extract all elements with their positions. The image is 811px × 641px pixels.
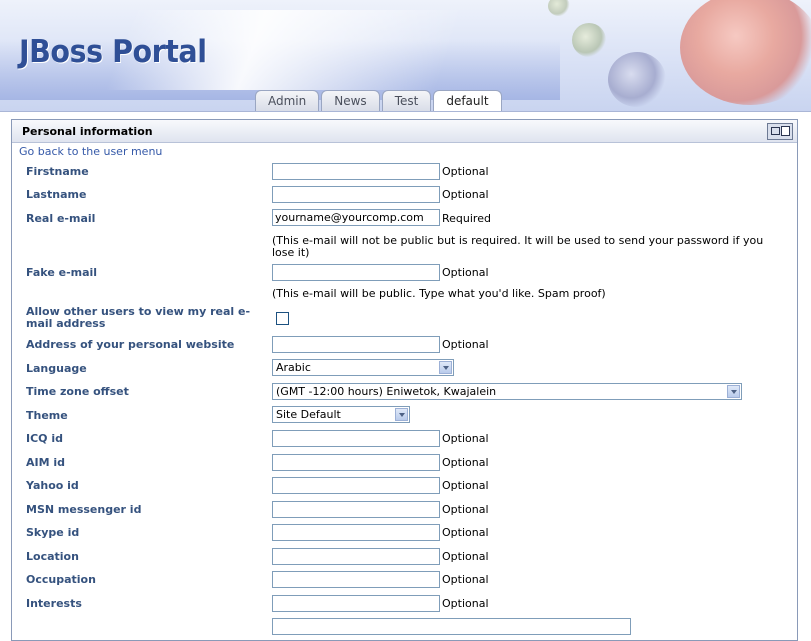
personal-information-window: Personal information Go back to the user… (11, 119, 798, 641)
occupation-input[interactable] (272, 571, 440, 588)
occupation-label: Occupation (26, 573, 96, 586)
fake-email-input[interactable] (272, 264, 440, 281)
chevron-down-icon[interactable] (727, 385, 740, 398)
theme-selected-value: Site Default (276, 408, 341, 421)
theme-select[interactable]: Site Default (272, 406, 410, 423)
header-orb-small (572, 23, 606, 57)
real-email-label: Real e-mail (26, 212, 96, 225)
tab-admin[interactable]: Admin (255, 90, 320, 111)
aim-label: AIM id (26, 456, 66, 469)
fake-email-help: (This e-mail will be public. Type what y… (272, 287, 606, 300)
tab-news[interactable]: News (321, 90, 380, 111)
firstname-note: Optional (442, 165, 489, 178)
real-email-help: (This e-mail will not be public but is r… (272, 234, 764, 259)
interests-label: Interests (26, 597, 82, 610)
lastname-label: Lastname (26, 188, 87, 201)
chevron-down-icon[interactable] (439, 361, 452, 374)
lastname-note: Optional (442, 188, 489, 201)
header-orb-medium (608, 52, 666, 107)
location-label: Location (26, 550, 79, 563)
interests-input[interactable] (272, 595, 440, 612)
tab-default[interactable]: default (433, 90, 502, 111)
icq-note: Optional (442, 432, 489, 445)
yahoo-label: Yahoo id (26, 479, 79, 492)
chevron-down-icon[interactable] (395, 408, 408, 421)
jboss-portal-logo: JBoss Portal (19, 34, 207, 70)
real-email-note: Required (442, 212, 491, 225)
aim-input[interactable] (272, 454, 440, 471)
real-email-input[interactable]: yourname@yourcomp.com (272, 209, 440, 226)
fake-email-note: Optional (442, 266, 489, 279)
yahoo-note: Optional (442, 479, 489, 492)
portal-tabs: Admin News Test default (255, 90, 504, 111)
allow-view-email-checkbox[interactable] (276, 312, 289, 325)
msn-note: Optional (442, 503, 489, 516)
timezone-selected-value: (GMT -12:00 hours) Eniwetok, Kwajalein (276, 385, 497, 398)
fake-email-label: Fake e-mail (26, 266, 98, 279)
theme-label: Theme (26, 409, 68, 422)
website-input[interactable] (272, 336, 440, 353)
website-label: Address of your personal website (26, 338, 235, 351)
header-orb-tiny (548, 0, 570, 16)
window-mode-icon[interactable] (767, 123, 793, 140)
allow-view-email-label: Allow other users to view my real e-mail… (26, 305, 251, 330)
window-title: Personal information (22, 125, 153, 138)
skype-label: Skype id (26, 526, 80, 539)
occupation-note: Optional (442, 573, 489, 586)
icq-label: ICQ id (26, 432, 63, 445)
interests-note: Optional (442, 597, 489, 610)
window-titlebar: Personal information (12, 120, 797, 143)
lastname-input[interactable] (272, 186, 440, 203)
location-note: Optional (442, 550, 489, 563)
timezone-select[interactable]: (GMT -12:00 hours) Eniwetok, Kwajalein (272, 383, 742, 400)
msn-label: MSN messenger id (26, 503, 142, 516)
location-input[interactable] (272, 548, 440, 565)
msn-input[interactable] (272, 501, 440, 518)
language-label: Language (26, 362, 87, 375)
skype-input[interactable] (272, 524, 440, 541)
language-select[interactable]: Arabic (272, 359, 454, 376)
website-note: Optional (442, 338, 489, 351)
icq-input[interactable] (272, 430, 440, 447)
header-orb-large (680, 0, 811, 105)
tab-test[interactable]: Test (381, 90, 432, 111)
language-selected-value: Arabic (276, 361, 311, 374)
portal-header: JBoss Portal Admin News Test default (0, 0, 811, 112)
aim-note: Optional (442, 456, 489, 469)
skype-note: Optional (442, 526, 489, 539)
yahoo-input[interactable] (272, 477, 440, 494)
firstname-input[interactable] (272, 163, 440, 180)
timezone-label: Time zone offset (26, 385, 129, 398)
firstname-label: Firstname (26, 165, 89, 178)
back-to-user-menu-link[interactable]: Go back to the user menu (19, 145, 162, 158)
